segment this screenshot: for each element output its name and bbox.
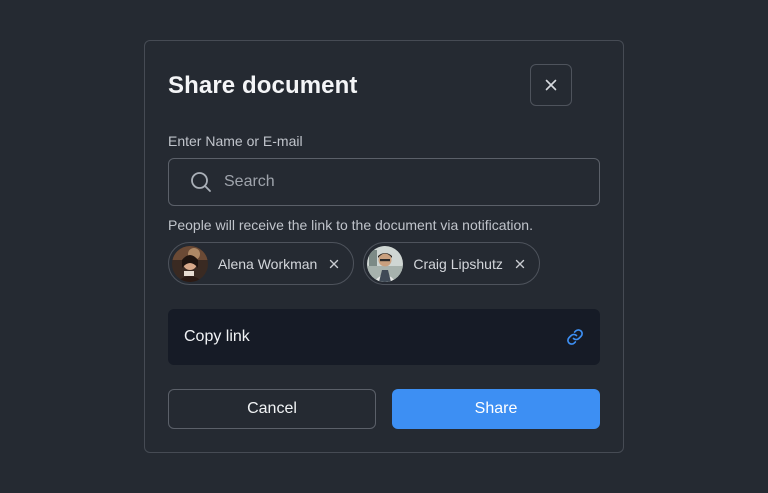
close-icon <box>515 259 525 268</box>
recipient-name: Alena Workman <box>218 255 318 272</box>
field-label: Enter Name or E-mail <box>168 133 303 149</box>
link-icon <box>566 328 584 346</box>
notification-hint: People will receive the link to the docu… <box>168 217 533 233</box>
recipient-name: Craig Lipshutz <box>413 255 503 272</box>
search-input[interactable] <box>224 159 599 205</box>
close-button[interactable] <box>530 64 572 106</box>
dialog-title: Share document <box>168 72 358 99</box>
remove-recipient-button[interactable] <box>329 259 339 269</box>
recipient-chip: Craig Lipshutz <box>363 242 540 285</box>
avatar <box>172 245 208 282</box>
search-icon <box>189 170 213 194</box>
close-icon <box>545 79 557 91</box>
recipient-list: Alena Workman Craig Lipshutz <box>168 242 540 285</box>
copy-link-button[interactable]: Copy link <box>168 309 600 365</box>
share-dialog: Share document Enter Name or E-mail Peop… <box>144 40 624 453</box>
cancel-button[interactable]: Cancel <box>168 389 376 429</box>
recipient-chip: Alena Workman <box>168 242 355 285</box>
copy-link-label: Copy link <box>184 328 250 345</box>
search-box[interactable] <box>168 158 600 206</box>
avatar <box>367 245 404 282</box>
share-button[interactable]: Share <box>392 389 600 429</box>
close-icon <box>330 259 339 268</box>
remove-recipient-button[interactable] <box>515 259 525 269</box>
